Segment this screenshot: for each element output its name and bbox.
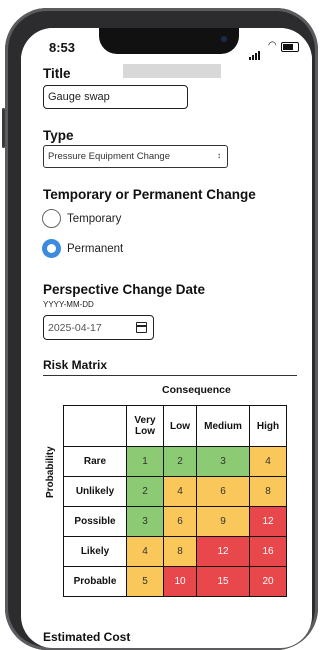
column-header: Low bbox=[163, 405, 197, 447]
risk-matrix-row: Likely 4 8 12 16 bbox=[63, 536, 287, 567]
risk-cell: 4 bbox=[126, 536, 164, 567]
risk-matrix-row: Probable 5 10 15 20 bbox=[63, 566, 287, 597]
title-input[interactable]: Gauge swap bbox=[43, 85, 188, 109]
type-select-value: Pressure Equipment Change bbox=[48, 151, 170, 162]
title-label: Title bbox=[43, 66, 71, 81]
battery-icon bbox=[281, 42, 299, 52]
type-label: Type bbox=[43, 128, 74, 143]
risk-cell: 6 bbox=[163, 506, 197, 537]
status-time: 8:53 bbox=[49, 40, 76, 55]
date-label: Perspective Change Date bbox=[43, 282, 206, 297]
date-input[interactable]: 2025-04-17 bbox=[43, 315, 154, 340]
estimated-cost-label: Estimated Cost bbox=[43, 630, 131, 644]
risk-matrix-row: Possible 3 6 9 12 bbox=[63, 506, 287, 537]
wifi-icon: ◠ bbox=[268, 40, 277, 51]
risk-matrix-table: Very Low Low Medium High Rare 1 2 3 4 Unlikel… bbox=[63, 405, 287, 597]
change-type-label: Temporary or Permanent Change bbox=[43, 187, 256, 202]
risk-matrix-row: Rare 1 2 3 4 bbox=[63, 446, 287, 477]
probability-label: Probability bbox=[45, 446, 56, 498]
risk-cell: 1 bbox=[126, 446, 164, 477]
column-header: Medium bbox=[196, 405, 250, 447]
date-input-value: 2025-04-17 bbox=[48, 321, 102, 334]
risk-cell: 6 bbox=[196, 476, 250, 507]
risk-matrix-rule bbox=[43, 375, 297, 376]
risk-cell: 4 bbox=[249, 446, 287, 477]
risk-matrix-row: Unlikely 2 4 6 8 bbox=[63, 476, 287, 507]
risk-cell: 3 bbox=[196, 446, 250, 477]
risk-cell: 15 bbox=[196, 566, 250, 597]
radio-permanent[interactable]: Permanent bbox=[42, 239, 123, 258]
radio-temporary[interactable]: Temporary bbox=[42, 209, 121, 228]
radio-temporary-label: Temporary bbox=[67, 212, 122, 225]
consequence-label: Consequence bbox=[162, 384, 231, 396]
type-select[interactable]: Pressure Equipment Change ↕ bbox=[43, 145, 228, 168]
risk-cell: 3 bbox=[126, 506, 164, 537]
risk-cell: 10 bbox=[163, 566, 197, 597]
risk-matrix-header-row: Very Low Low Medium High bbox=[63, 405, 287, 447]
phone-screen: 8:53 ◠ Title Gauge swap Type Pressure Eq… bbox=[21, 28, 312, 648]
notch bbox=[99, 28, 239, 54]
row-header: Rare bbox=[63, 446, 127, 477]
risk-cell: 16 bbox=[249, 536, 287, 567]
row-header: Possible bbox=[63, 506, 127, 537]
risk-cell: 12 bbox=[249, 506, 287, 537]
radio-temporary-circle[interactable] bbox=[42, 209, 61, 228]
risk-cell: 20 bbox=[249, 566, 287, 597]
risk-cell: 2 bbox=[126, 476, 164, 507]
column-header: High bbox=[249, 405, 287, 447]
camera-icon bbox=[221, 36, 227, 42]
row-header: Probable bbox=[63, 566, 127, 597]
risk-cell: 12 bbox=[196, 536, 250, 567]
calendar-icon[interactable] bbox=[136, 322, 147, 333]
radio-permanent-circle[interactable] bbox=[42, 239, 61, 258]
redacted-bar bbox=[123, 64, 221, 78]
risk-matrix-title: Risk Matrix bbox=[43, 358, 108, 372]
risk-cell: 9 bbox=[196, 506, 250, 537]
risk-cell: 2 bbox=[163, 446, 197, 477]
risk-matrix-corner bbox=[63, 405, 127, 447]
risk-cell: 5 bbox=[126, 566, 164, 597]
date-format-hint: YYYY-MM-DD bbox=[43, 300, 94, 309]
phone-frame: 8:53 ◠ Title Gauge swap Type Pressure Eq… bbox=[2, 8, 318, 650]
risk-cell: 8 bbox=[163, 536, 197, 567]
risk-cell: 4 bbox=[163, 476, 197, 507]
status-bar: 8:53 ◠ bbox=[21, 28, 312, 62]
column-header: Very Low bbox=[126, 405, 164, 447]
row-header: Likely bbox=[63, 536, 127, 567]
row-header: Unlikely bbox=[63, 476, 127, 507]
risk-cell: 8 bbox=[249, 476, 287, 507]
chevron-updown-icon: ↕ bbox=[217, 151, 221, 160]
radio-permanent-label: Permanent bbox=[67, 242, 124, 255]
signal-icon bbox=[249, 42, 261, 60]
